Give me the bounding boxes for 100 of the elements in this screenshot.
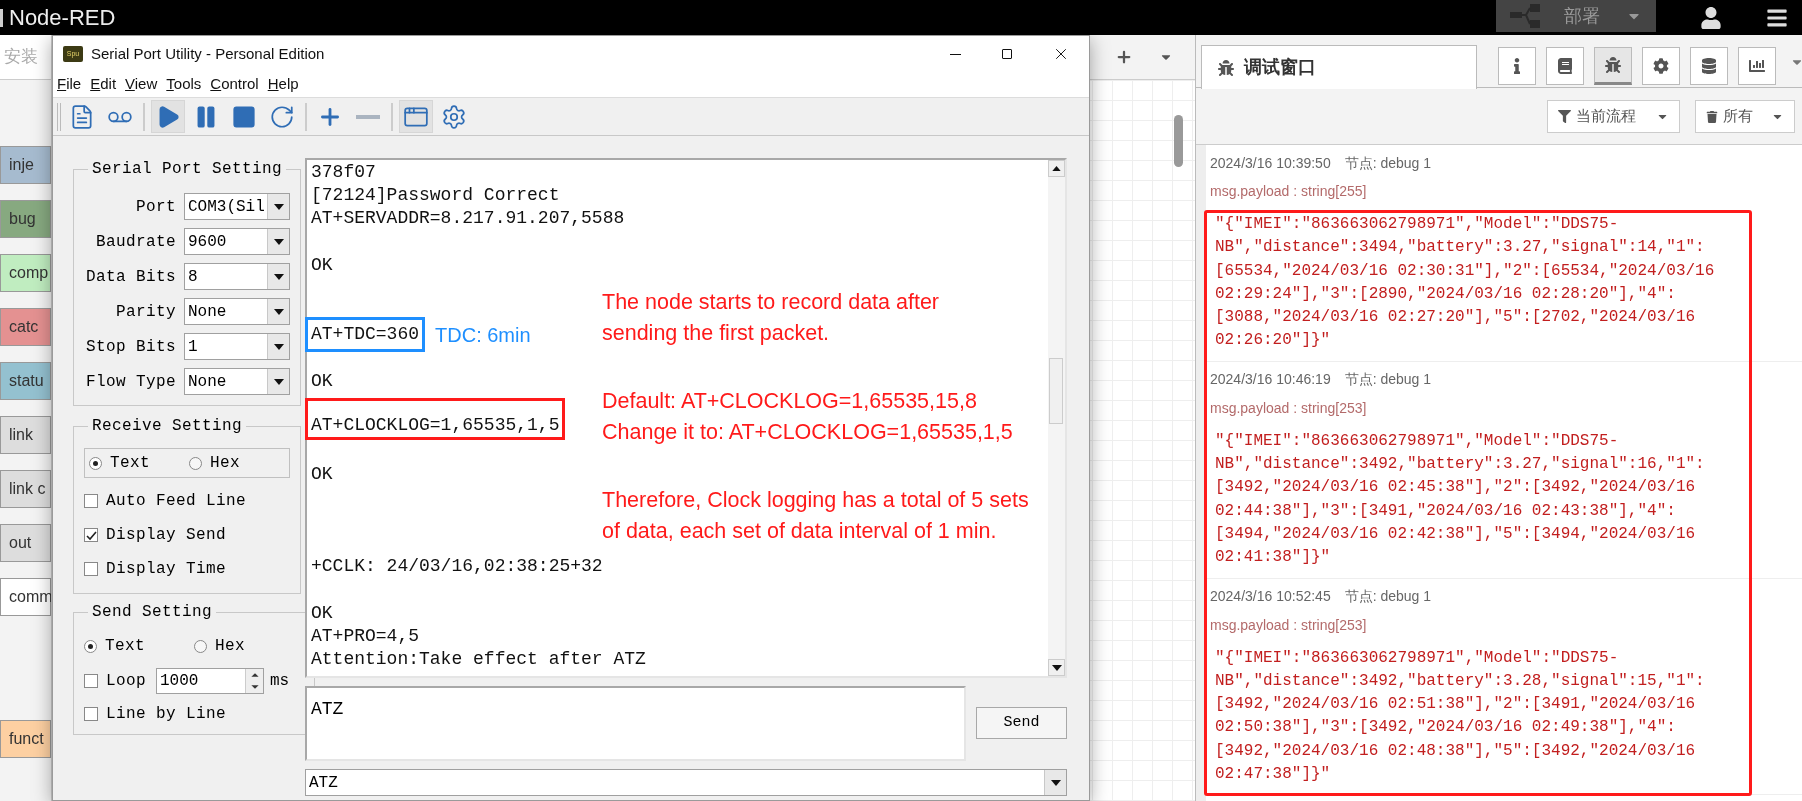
sidebar-tab-button[interactable]	[1738, 47, 1776, 85]
checkbox[interactable]: Display Send	[84, 523, 290, 547]
group-title: Serial Port Setting	[91, 159, 284, 179]
palette-node[interactable]: out	[0, 524, 51, 562]
logo-icon	[0, 8, 3, 27]
message-payload: "{"IMEI":"863663062798971","Model":"DDS75-NB","distance":3492,"battery":3.27,"signal":16,"1":[3492,"2024/03/16 02:45:38"],"2":[3492,"2024/03/16 02:44:38"],"3":[3491,"2024/03/16 02:43:38"],"4":[3494,"2024/03/16 02:42:38"],"5":[3494,"2024/03/16 02:41:38"]}"	[1215, 430, 1706, 569]
checkbox[interactable]: Loop	[84, 669, 146, 693]
scrollbar[interactable]	[1048, 160, 1065, 676]
sidebar-tab-button[interactable]	[1546, 47, 1584, 85]
canvas-scroll-thumb[interactable]	[1174, 115, 1183, 167]
palette-node[interactable]: comp	[0, 254, 51, 292]
radio-label: Hex	[210, 453, 240, 474]
palette-node[interactable]: statu	[0, 362, 51, 400]
menu-item[interactable]: File	[57, 73, 82, 96]
message-type: msg.payload : string[255]	[1210, 182, 1368, 201]
field-label: Port	[135, 196, 176, 218]
sidebar-tab-button[interactable]	[1642, 47, 1680, 85]
bug-icon	[1218, 59, 1234, 76]
setting-dropdown[interactable]: 8	[184, 263, 290, 290]
radio-button[interactable]	[89, 456, 102, 470]
menu-item[interactable]: Help	[267, 73, 299, 96]
caret-icon	[273, 308, 284, 315]
field-label: Stop Bits	[85, 336, 176, 358]
log-line: OK	[311, 601, 333, 625]
log-line: [72124]Password Correct	[311, 184, 560, 208]
annotation-text: The node starts to record data after sending the first packet.	[602, 289, 941, 347]
user-icon	[1700, 6, 1722, 29]
log-line: OK	[311, 369, 333, 393]
palette-node[interactable]: funct	[0, 720, 51, 758]
refresh-icon	[269, 103, 295, 130]
send-button[interactable]: Send	[976, 707, 1067, 739]
caret-icon	[273, 238, 284, 245]
checkbox[interactable]: Auto Feed Line	[84, 489, 290, 513]
source-label: 节点: debug 1	[1344, 587, 1432, 607]
checkbox[interactable]: Line by Line	[84, 702, 304, 726]
history-dropdown[interactable]: ATZ	[305, 769, 1067, 796]
minus-icon	[356, 114, 380, 119]
log-line: OK	[311, 253, 333, 277]
annotation-note: TDC: 6min	[435, 322, 531, 348]
send-input[interactable]: ATZ	[305, 686, 967, 761]
radio-label: Hex	[215, 636, 245, 657]
window-title: Serial Port Utility - Personal Edition	[91, 43, 325, 64]
menu-item[interactable]: Edit	[90, 73, 117, 96]
trash-icon	[1706, 110, 1718, 123]
minimize-icon	[949, 53, 961, 55]
setting-dropdown[interactable]: COM3(Sil	[184, 193, 290, 220]
field-label: Parity	[115, 301, 176, 323]
field-label: Baudrate	[95, 231, 176, 253]
annotation-text: Default: AT+CLOCKLOG=1,65535,15,8 Change it to: AT+CLOCKLOG=1,65535,1,5	[602, 388, 1014, 446]
toolbar-button[interactable]	[151, 100, 185, 133]
palette-node[interactable]: bug	[0, 200, 51, 238]
menu-item[interactable]: Tools	[166, 73, 202, 96]
radio-label: Text	[110, 453, 150, 474]
log-line: +CCLK: 24/03/16,02:38:25+32	[311, 555, 603, 579]
maximize-icon	[1002, 49, 1012, 59]
setting-dropdown[interactable]: 1	[184, 333, 290, 360]
caret-icon	[1050, 779, 1061, 786]
palette-node[interactable]: inje	[0, 146, 51, 184]
radio-button[interactable]	[194, 639, 207, 653]
log-line: OK	[311, 462, 333, 486]
filter-dropdown[interactable]: 当前流程	[1547, 100, 1680, 133]
message-time-label: 2024/3/16 10:39:50	[1210, 153, 1331, 173]
palette-node[interactable]: link	[0, 416, 51, 454]
radio-button[interactable]	[84, 639, 97, 653]
log-line: 378f07	[311, 161, 376, 185]
menu-item[interactable]: Control	[210, 73, 259, 96]
menu-item[interactable]: View	[125, 73, 158, 96]
caret-icon	[273, 203, 284, 210]
scroll-up-icon[interactable]	[1052, 166, 1061, 171]
message-payload: "{"IMEI":"863663062798971","Model":"DDS75-NB","distance":3492,"battery":3.28,"signal":15,"1":[3492,"2024/03/16 02:51:38"],"2":[3491,"2024/03/16 02:50:38"],"3":[3492,"2024/03/16 02:49:38"],"4":[3492,"2024/03/16 02:48:38"],"5":[3492,"2024/03/16 02:47:38"]}"	[1215, 647, 1706, 786]
checkbox[interactable]: Display Time	[84, 557, 290, 581]
panel-tab[interactable]: 调试窗口	[1201, 45, 1477, 89]
stop-icon	[231, 103, 257, 130]
radio-button[interactable]	[189, 456, 202, 470]
scroll-thumb[interactable]	[1049, 358, 1063, 424]
palette-node[interactable]: catc	[0, 308, 51, 346]
caret-icon	[273, 378, 284, 385]
check-mark-icon	[85, 529, 97, 541]
sidebar-tab-button[interactable]	[1690, 47, 1728, 85]
unit-label: ms	[270, 671, 290, 692]
source-label: 节点: debug 1	[1344, 153, 1432, 173]
setting-dropdown[interactable]: None	[184, 368, 290, 395]
group-title: Receive Setting	[91, 416, 244, 436]
palette-node[interactable]: link c	[0, 470, 51, 508]
toolbar-button[interactable]	[399, 100, 433, 133]
interval-spinner[interactable]: 1000	[156, 668, 264, 694]
scroll-down-icon	[1051, 664, 1062, 671]
setting-dropdown[interactable]: 9600	[184, 228, 290, 255]
clear-dropdown[interactable]: 所有	[1695, 100, 1795, 133]
annotation-text: Therefore, Clock logging has a total of 5 sets of data, each set of data interval of 1 min.	[602, 487, 1029, 545]
bar-chart-icon	[1749, 58, 1765, 74]
log-line: AT+SERVADDR=8.217.91.207,5588	[311, 207, 625, 231]
message-time-label: 2024/3/16 10:46:19	[1210, 370, 1331, 390]
log-line: AT+PRO=4,5	[311, 624, 420, 648]
message-type: msg.payload : string[253]	[1210, 398, 1368, 418]
radio-label: Text	[105, 636, 145, 657]
add-tab-icon	[1115, 48, 1133, 66]
setting-dropdown[interactable]: None	[184, 298, 290, 325]
sidebar-tab-button[interactable]	[1594, 47, 1632, 85]
sidebar-tab-button[interactable]	[1498, 47, 1536, 85]
